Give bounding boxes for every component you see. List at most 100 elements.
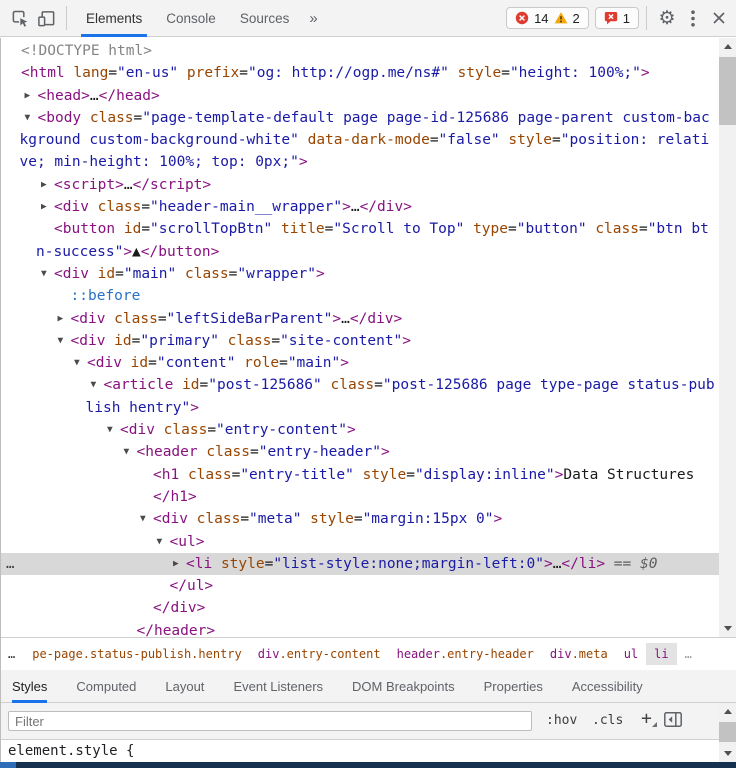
class-toggle-button[interactable]: .cls (592, 713, 623, 728)
expand-arrow-icon[interactable]: ▶ (41, 196, 53, 218)
window-left-edge (0, 38, 1, 762)
sidebar-tabs: Styles Computed Layout Event Listeners DOM B… (0, 670, 736, 703)
panel-tab-console[interactable]: Console (154, 0, 228, 37)
styles-filter-bar: :hov .cls + (0, 703, 736, 740)
scrollbar-thumb[interactable] (719, 722, 736, 742)
sidebar-tab-event-listeners[interactable]: Event Listeners (233, 670, 323, 703)
element-style-selector: element.style { (8, 743, 134, 759)
styles-filter-input[interactable] (8, 711, 532, 731)
scrollbar-thumb[interactable] (719, 57, 736, 125)
devtools-window: ElementsConsoleSources » 14 2 (0, 0, 736, 768)
tree-row[interactable]: </div> (0, 597, 736, 619)
scrollbar-up-button[interactable] (719, 38, 736, 55)
tree-row[interactable]: ▼<header class="entry-header"> (0, 441, 736, 463)
tree-row[interactable]: ▶<li style="list-style:none;margin-left:… (0, 553, 736, 575)
breadcrumb-item-div-meta[interactable]: div.meta (542, 643, 616, 665)
sidebar-tab-layout[interactable]: Layout (165, 670, 204, 703)
warning-icon (554, 11, 568, 25)
pseudo-state-button[interactable]: :hov (546, 713, 577, 728)
error-count: 14 (534, 11, 548, 26)
collapse-arrow-icon[interactable]: ▼ (74, 352, 86, 374)
tree-row[interactable]: ▼<ul> (0, 531, 736, 553)
dock-sidebar-icon (664, 712, 682, 727)
expand-arrow-icon[interactable]: ▶ (58, 308, 70, 330)
tree-row[interactable]: <button id="scrollTopBtn" title="Scroll … (0, 218, 736, 263)
tree-row[interactable]: <h1 class="entry-title" style="display:i… (0, 464, 736, 509)
collapse-arrow-icon[interactable]: ▼ (58, 330, 70, 352)
settings-button[interactable]: ⚙ (654, 3, 680, 33)
menu-button[interactable] (680, 3, 706, 33)
sidebar-tab-styles[interactable]: Styles (12, 670, 47, 703)
sidebar-tab-properties[interactable]: Properties (484, 670, 543, 703)
sidebar-tab-accessibility[interactable]: Accessibility (572, 670, 643, 703)
close-icon (712, 11, 726, 25)
issues-badge[interactable]: 1 (595, 7, 639, 29)
tree-row[interactable]: <html lang="en-us" prefix="og: http://og… (0, 62, 736, 84)
sidebar-tab-computed[interactable]: Computed (76, 670, 136, 703)
toolbar-divider (646, 6, 647, 30)
breadcrumb: … pe-page.status-publish.hentrydiv.entry… (0, 637, 736, 670)
collapse-arrow-icon[interactable]: ▼ (91, 374, 103, 396)
taskbar-strip (0, 762, 736, 768)
collapse-arrow-icon[interactable]: ▼ (25, 107, 37, 129)
device-toolbar-icon (37, 9, 56, 28)
tree-row[interactable]: ▶<head>…</head> (0, 85, 736, 107)
tree-row[interactable]: ▼<div class="entry-content"> (0, 419, 736, 441)
gear-icon: ⚙ (658, 9, 675, 28)
panel-tab-sources[interactable]: Sources (228, 0, 302, 37)
sidebar-tab-dom-breakpoints[interactable]: DOM Breakpoints (352, 670, 455, 703)
dock-sidebar-button[interactable] (664, 712, 682, 730)
issues-count: 1 (623, 11, 630, 26)
console-status-badge[interactable]: 14 2 (506, 7, 589, 29)
scrollbar-down-button[interactable] (719, 745, 736, 762)
breadcrumb-overflow-right[interactable]: … (677, 647, 701, 661)
expand-arrow-icon[interactable]: ▶ (25, 85, 37, 107)
tree-row[interactable]: ▼<div id="main" class="wrapper"> (0, 263, 736, 285)
toolbar-divider (66, 6, 67, 30)
issues-icon (604, 11, 618, 25)
collapse-arrow-icon[interactable]: ▼ (157, 531, 169, 553)
tree-row[interactable]: <!DOCTYPE html> (0, 40, 736, 62)
tree-row[interactable]: ▶<div class="leftSideBarParent">…</div> (0, 308, 736, 330)
breadcrumb-item-div-entry-content[interactable]: div.entry-content (250, 643, 389, 665)
scrollbar-up-button[interactable] (719, 703, 736, 720)
status-badges: 14 2 1 (506, 7, 639, 29)
tree-row[interactable]: ▼<div id="primary" class="site-content"> (0, 330, 736, 352)
scrollbar-down-button[interactable] (719, 620, 736, 637)
triangle-down-icon (724, 751, 732, 756)
more-tabs-button[interactable]: » (301, 10, 325, 27)
collapse-arrow-icon[interactable]: ▼ (41, 263, 53, 285)
panel-tab-elements[interactable]: Elements (74, 0, 154, 37)
triangle-down-icon (724, 626, 732, 631)
inspect-icon (11, 9, 30, 28)
tree-row[interactable]: ▶<script>…</script> (0, 174, 736, 196)
inspect-element-button[interactable] (7, 3, 33, 33)
collapse-arrow-icon[interactable]: ▼ (140, 508, 152, 530)
collapse-arrow-icon[interactable]: ▼ (107, 419, 119, 441)
tree-row[interactable]: ▼<div id="content" role="main"> (0, 352, 736, 374)
breadcrumb-overflow-left[interactable]: … (0, 647, 24, 661)
tree-row[interactable]: ▼<div class="meta" style="margin:15px 0"… (0, 508, 736, 530)
breadcrumb-item-header-entry-header[interactable]: header.entry-header (389, 643, 542, 665)
tree-row[interactable]: </header> (0, 620, 736, 637)
close-button[interactable] (706, 3, 732, 33)
tree-row[interactable]: ::before (0, 285, 736, 307)
panel-tabs: ElementsConsoleSources (74, 0, 301, 37)
tree-row[interactable]: ▶<div class="header-main__wrapper">…</di… (0, 196, 736, 218)
style-rule-row[interactable]: element.style { (0, 740, 719, 762)
error-icon (515, 11, 529, 25)
row-actions-ellipsis[interactable]: … (6, 553, 15, 575)
tree-row[interactable]: </ul> (0, 575, 736, 597)
breadcrumb-item-pe-page-status-publish-hentry[interactable]: pe-page.status-publish.hentry (24, 643, 250, 665)
collapse-arrow-icon[interactable]: ▼ (124, 441, 136, 463)
device-toolbar-button[interactable] (33, 3, 59, 33)
expand-arrow-icon[interactable]: ▶ (173, 553, 185, 575)
expand-arrow-icon[interactable]: ▶ (41, 174, 53, 196)
breadcrumb-item-ul[interactable]: ul (616, 643, 646, 665)
tree-row[interactable]: ▼<article id="post-125686" class="post-1… (0, 374, 736, 419)
tree-row[interactable]: ▼<body class="page-template-default page… (0, 107, 736, 174)
dom-tree-scrollbar (719, 38, 736, 637)
triangle-up-icon (724, 44, 732, 49)
new-style-rule-button[interactable]: + (641, 708, 652, 729)
breadcrumb-item-li[interactable]: li (646, 643, 676, 665)
